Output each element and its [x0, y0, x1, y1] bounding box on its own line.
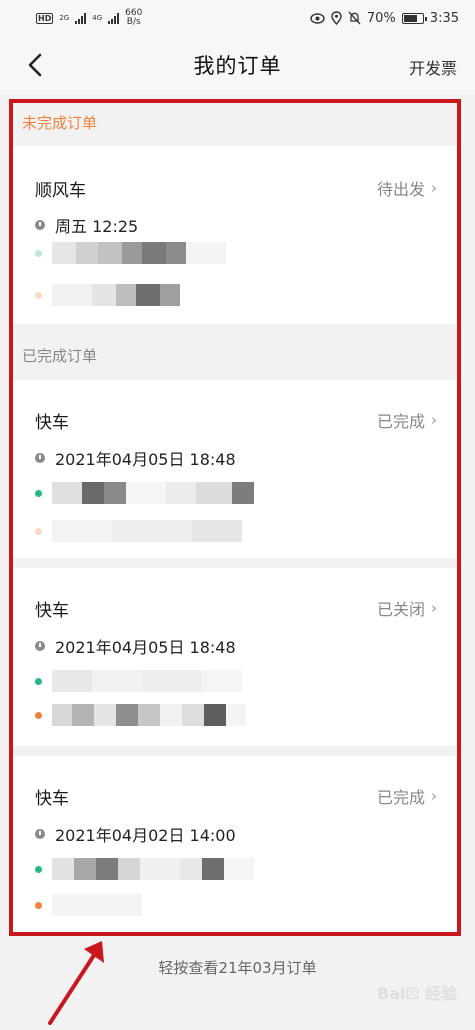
signal-icon — [75, 12, 87, 24]
status-left: HD 2G 4G 660 B/s — [36, 9, 142, 27]
network-speed: 660 B/s — [125, 9, 142, 27]
annotation-highlight-frame — [9, 99, 461, 936]
network-type-2: 4G — [92, 14, 103, 22]
status-right: 70% 3:35 — [310, 11, 459, 26]
speed-unit: B/s — [126, 17, 141, 27]
watermark-logo: Bai⚄ 经验 — [377, 984, 457, 1003]
clock-time: 3:35 — [429, 10, 459, 26]
hd-badge: HD — [36, 12, 54, 24]
previous-month-orders-link[interactable]: 轻按查看21年03月订单 — [0, 957, 475, 978]
network-type-1: 2G — [59, 14, 70, 22]
signal-icon-2 — [108, 12, 120, 24]
chevron-left-icon — [28, 53, 42, 77]
nav-bar: 我的订单 开发票 — [0, 36, 475, 94]
mute-bell-icon — [348, 11, 361, 25]
location-icon — [331, 11, 342, 25]
battery-percent: 70% — [366, 10, 396, 26]
eye-icon — [310, 12, 325, 24]
battery-icon — [401, 12, 427, 24]
invoice-button[interactable]: 开发票 — [409, 55, 457, 79]
back-button[interactable] — [20, 50, 50, 80]
annotation-arrow-icon — [48, 941, 104, 1025]
page-title: 我的订单 — [193, 54, 282, 78]
status-bar: HD 2G 4G 660 B/s 70% 3:35 — [0, 0, 475, 36]
